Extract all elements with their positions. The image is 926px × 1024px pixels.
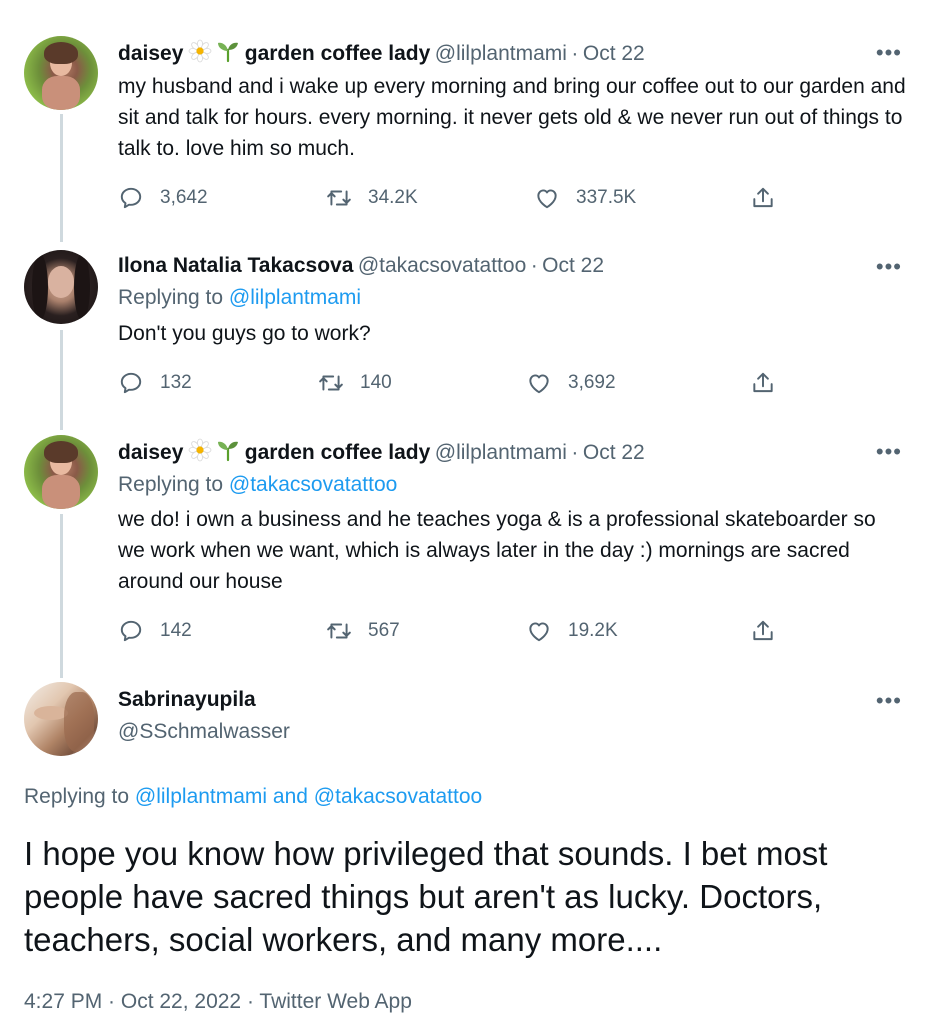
share-button[interactable] <box>750 185 792 211</box>
share-button[interactable] <box>750 618 792 644</box>
retweet-icon <box>326 618 352 644</box>
tweet-header: daisey garden coffee lady @lilplantmami … <box>118 39 645 69</box>
share-icon <box>750 185 776 211</box>
like-count: 3,692 <box>568 372 616 393</box>
share-icon <box>750 370 776 396</box>
retweet-count: 567 <box>368 620 400 641</box>
retweet-button[interactable]: 140 <box>318 370 392 396</box>
reply-button[interactable]: 132 <box>118 370 192 396</box>
retweet-icon <box>326 185 352 211</box>
heart-icon <box>526 370 552 396</box>
tweet-text: Don't you guys go to work? <box>118 322 371 345</box>
tweet-date[interactable]: Oct 22 <box>542 254 604 277</box>
display-name-suffix[interactable]: garden coffee lady <box>245 441 431 464</box>
tweet-date[interactable]: Oct 22 <box>583 441 645 464</box>
more-options-button[interactable]: ••• <box>876 439 902 465</box>
share-icon <box>750 618 776 644</box>
main-tweet-text: I hope you know how privileged that soun… <box>24 835 828 958</box>
tweet-header: Ilona Natalia Takacsova @takacsovatattoo… <box>118 253 604 281</box>
handle[interactable]: @lilplantmami <box>435 441 567 464</box>
like-button[interactable]: 3,692 <box>526 370 616 396</box>
tweet-text: we do! i own a business and he teaches y… <box>118 508 876 593</box>
retweet-button[interactable]: 34.2K <box>326 185 418 211</box>
seedling-emoji-icon <box>216 39 240 63</box>
display-name[interactable]: daisey <box>118 441 183 464</box>
avatar[interactable] <box>24 36 98 110</box>
display-name[interactable]: daisey <box>118 42 183 65</box>
avatar[interactable] <box>24 435 98 509</box>
reply-count: 132 <box>160 372 192 393</box>
reply-icon <box>118 618 144 644</box>
heart-icon <box>534 185 560 211</box>
daisy-emoji-icon <box>188 39 212 63</box>
like-button[interactable]: 19.2K <box>526 618 618 644</box>
display-name[interactable]: Sabrinayupila <box>118 688 256 712</box>
retweet-icon <box>318 370 344 396</box>
more-options-button[interactable]: ••• <box>876 254 902 280</box>
replying-to-link[interactable]: @takacsovatattoo <box>229 473 397 496</box>
retweet-count: 140 <box>360 372 392 393</box>
tweet-date[interactable]: Oct 22 <box>583 42 645 65</box>
reply-icon <box>118 370 144 396</box>
like-count: 337.5K <box>576 187 637 208</box>
reply-icon <box>118 185 144 211</box>
more-options-button[interactable]: ••• <box>876 688 902 714</box>
more-options-button[interactable]: ••• <box>876 40 902 66</box>
handle[interactable]: @SSchmalwasser <box>118 720 290 744</box>
thread-line <box>60 114 63 242</box>
handle[interactable]: @takacsovatattoo <box>358 254 526 277</box>
handle[interactable]: @lilplantmami <box>435 42 567 65</box>
replying-to: Replying to @takacsovatattoo <box>118 473 397 497</box>
replying-to-link[interactable]: @lilplantmami and @takacsovatattoo <box>135 785 482 808</box>
display-name-suffix[interactable]: garden coffee lady <box>245 42 431 65</box>
reply-count: 3,642 <box>160 187 208 208</box>
avatar[interactable] <box>24 250 98 324</box>
reply-button[interactable]: 3,642 <box>118 185 208 211</box>
separator: · <box>571 42 579 65</box>
seedling-emoji-icon <box>216 438 240 462</box>
like-count: 19.2K <box>568 620 618 641</box>
separator: · <box>530 254 538 277</box>
reply-count: 142 <box>160 620 192 641</box>
separator: · <box>571 441 579 464</box>
replying-label: Replying to <box>118 473 224 496</box>
thread-line <box>60 330 63 430</box>
daisy-emoji-icon <box>188 438 212 462</box>
avatar[interactable] <box>24 682 98 756</box>
reply-button[interactable]: 142 <box>118 618 192 644</box>
retweet-button[interactable]: 567 <box>326 618 400 644</box>
like-button[interactable]: 337.5K <box>534 185 636 211</box>
thread-line <box>60 514 63 678</box>
replying-to: Replying to @lilplantmami and @takacsova… <box>24 785 482 809</box>
tweet-header: daisey garden coffee lady @lilplantmami … <box>118 438 645 468</box>
display-name[interactable]: Ilona Natalia Takacsova <box>118 254 353 277</box>
replying-to-link[interactable]: @lilplantmami <box>229 286 361 309</box>
share-button[interactable] <box>750 370 792 396</box>
tweet-meta[interactable]: 4:27 PM · Oct 22, 2022 · Twitter Web App <box>24 990 412 1014</box>
replying-label: Replying to <box>118 286 224 309</box>
replying-label: Replying to <box>24 785 130 808</box>
replying-to: Replying to @lilplantmami <box>118 286 361 310</box>
tweet-text: my husband and i wake up every morning a… <box>118 75 906 160</box>
heart-icon <box>526 618 552 644</box>
retweet-count: 34.2K <box>368 187 418 208</box>
